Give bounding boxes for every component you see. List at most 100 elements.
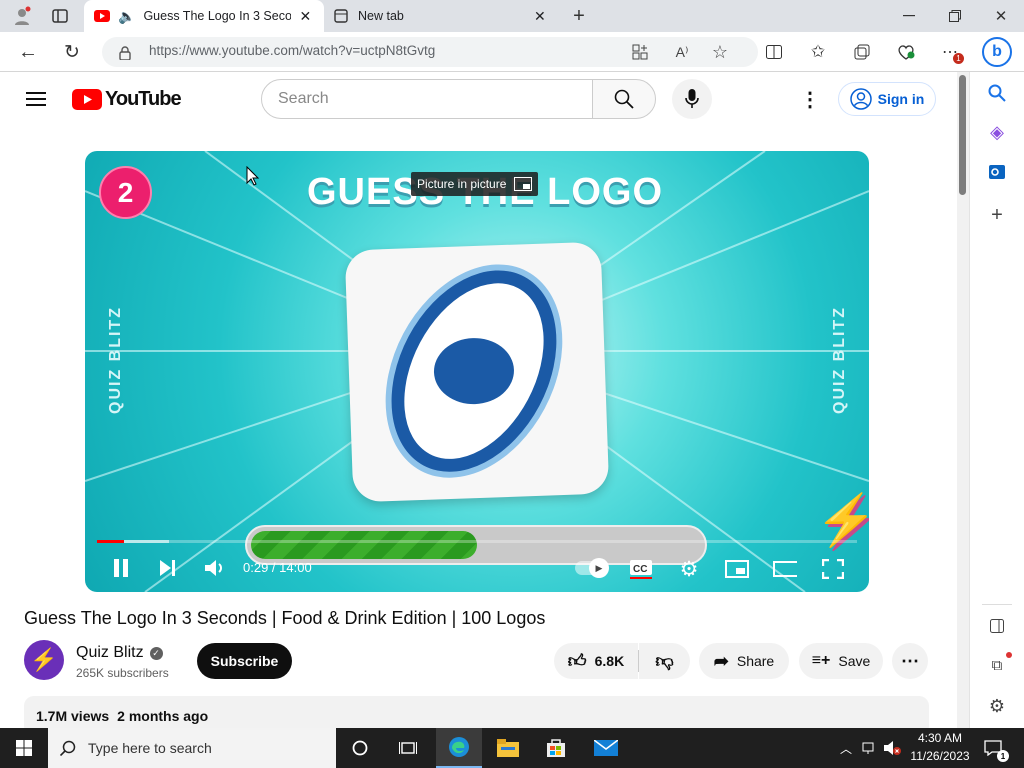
youtube-play-logo-icon bbox=[72, 88, 102, 110]
search-icon bbox=[614, 89, 634, 109]
tab-close-icon[interactable]: ✕ bbox=[534, 8, 546, 25]
subscribe-button[interactable]: Subscribe bbox=[197, 643, 292, 679]
volume-muted-icon[interactable] bbox=[882, 736, 902, 760]
tab-newtab[interactable]: New tab ✕ bbox=[324, 0, 562, 32]
next-button[interactable] bbox=[155, 556, 179, 580]
fullscreen-button[interactable] bbox=[821, 557, 845, 581]
cortana-icon[interactable] bbox=[340, 728, 380, 768]
channel-name-row: Quiz Blitz ✓ bbox=[76, 644, 163, 662]
sidebar-outlook-icon[interactable] bbox=[986, 161, 1008, 183]
settings-button[interactable]: ⚙ bbox=[677, 557, 701, 581]
dislike-button[interactable]: 👎︎ bbox=[639, 643, 690, 679]
next-icon bbox=[160, 560, 175, 576]
volume-button[interactable] bbox=[203, 556, 227, 580]
sidebar-search-icon[interactable] bbox=[986, 82, 1008, 104]
progress-track[interactable] bbox=[97, 540, 857, 543]
search-icon bbox=[60, 740, 76, 756]
theater-mode-button[interactable] bbox=[773, 557, 797, 581]
save-button[interactable]: ≡+ Save bbox=[799, 643, 883, 679]
more-actions-button[interactable]: ⋯ bbox=[892, 643, 928, 679]
lock-icon[interactable] bbox=[116, 44, 134, 62]
taskbar-search[interactable]: Type here to search bbox=[48, 728, 336, 768]
thumbs-down-icon: 👎︎ bbox=[655, 651, 674, 671]
external-link-dot bbox=[1006, 652, 1012, 658]
url-text[interactable]: https://www.youtube.com/watch?v=uctpN8tG… bbox=[149, 43, 435, 58]
search-input[interactable]: Search bbox=[261, 79, 593, 119]
search-button[interactable] bbox=[592, 79, 656, 119]
hamburger-menu-icon[interactable] bbox=[24, 88, 48, 110]
pip-icon bbox=[514, 177, 533, 191]
sidebar-settings-icon[interactable]: ⚙ bbox=[986, 695, 1008, 717]
clock-time[interactable]: 4:30 AM bbox=[910, 731, 970, 745]
video-title: Guess The Logo In 3 Seconds | Food & Dri… bbox=[24, 608, 546, 628]
mouse-cursor-icon bbox=[246, 165, 260, 191]
sidebar-divider bbox=[982, 604, 1012, 605]
like-button[interactable]: 👍︎ 6.8K bbox=[554, 643, 638, 679]
tab-youtube[interactable]: 🔈 Guess The Logo In 3 Seconds | Food ✕ bbox=[84, 0, 324, 32]
pause-icon bbox=[114, 559, 128, 577]
close-window-icon[interactable]: ✕ bbox=[990, 6, 1012, 26]
read-aloud-icon[interactable]: A⁾ bbox=[672, 42, 692, 62]
mystery-logo-icon bbox=[385, 264, 563, 478]
video-player[interactable]: 2 GUESS THE LOGO Picture in picture QUIZ… bbox=[85, 151, 869, 592]
collections-icon[interactable] bbox=[852, 42, 872, 62]
tray-chevron-icon[interactable]: ︿ bbox=[836, 736, 856, 760]
sidebar-add-icon[interactable]: + bbox=[986, 204, 1008, 226]
favorites-icon[interactable]: ✩ bbox=[808, 42, 828, 62]
youtube-logo[interactable]: YouTube bbox=[72, 87, 182, 110]
minimize-icon[interactable] bbox=[898, 6, 920, 26]
voice-search-button[interactable] bbox=[672, 79, 712, 119]
browser-essentials-icon[interactable] bbox=[896, 42, 916, 62]
bing-copilot-icon[interactable]: b bbox=[982, 37, 1012, 67]
start-button[interactable] bbox=[0, 728, 48, 768]
clock-date[interactable]: 11/26/2023 bbox=[906, 749, 974, 763]
captions-icon: CC bbox=[630, 560, 652, 579]
channel-avatar[interactable]: ⚡ bbox=[24, 640, 64, 680]
round-number-badge: 2 bbox=[99, 166, 152, 219]
new-tab-icon[interactable]: + bbox=[568, 5, 590, 27]
sidebar-shopping-icon[interactable]: ◈ bbox=[986, 121, 1008, 143]
save-label: Save bbox=[838, 653, 871, 669]
sign-in-label: Sign in bbox=[877, 91, 925, 107]
captions-button[interactable]: CC bbox=[629, 557, 653, 581]
tab-close-icon[interactable]: ✕ bbox=[299, 8, 311, 25]
refresh-icon[interactable]: ↻ bbox=[60, 40, 84, 64]
tab-actions-icon[interactable] bbox=[50, 6, 70, 26]
theater-icon bbox=[773, 561, 797, 577]
restore-icon[interactable] bbox=[944, 6, 966, 26]
channel-name[interactable]: Quiz Blitz bbox=[76, 644, 144, 662]
subscriber-count: 265K subscribers bbox=[76, 666, 169, 680]
profile-icon[interactable] bbox=[10, 6, 34, 26]
sign-in-button[interactable]: Sign in bbox=[838, 82, 936, 116]
share-button[interactable]: ➦ Share bbox=[699, 643, 789, 679]
taskbar-edge-icon[interactable] bbox=[436, 728, 482, 768]
network-icon[interactable] bbox=[860, 736, 880, 760]
time-display: 0:29 / 14:00 bbox=[243, 560, 312, 575]
file-explorer-icon[interactable] bbox=[486, 728, 530, 768]
view-count: 1.7M views bbox=[36, 708, 110, 724]
favorite-star-icon[interactable]: ☆ bbox=[710, 42, 730, 62]
hide-sidebar-icon[interactable] bbox=[986, 615, 1008, 637]
taskbar-search-placeholder: Type here to search bbox=[88, 740, 212, 756]
microsoft-store-icon[interactable] bbox=[534, 728, 578, 768]
external-link-icon[interactable]: ⧉ bbox=[986, 654, 1008, 676]
autoplay-knob: ▶ bbox=[589, 558, 609, 578]
youtube-favicon-icon bbox=[94, 10, 110, 22]
countdown-fill bbox=[251, 531, 477, 559]
pause-button[interactable] bbox=[109, 556, 133, 580]
back-icon[interactable]: ← bbox=[16, 40, 40, 64]
scrollbar-thumb[interactable] bbox=[959, 75, 966, 195]
tab-title: New tab bbox=[358, 9, 404, 23]
more-options-icon[interactable]: ⋮ bbox=[800, 88, 820, 111]
miniplayer-button[interactable] bbox=[725, 557, 749, 581]
microphone-icon bbox=[685, 89, 699, 108]
youtube-wordmark: YouTube bbox=[105, 87, 182, 110]
task-view-icon[interactable] bbox=[388, 728, 428, 768]
autoplay-toggle[interactable]: ▶ bbox=[575, 558, 609, 578]
mail-icon[interactable] bbox=[584, 728, 628, 768]
app-available-icon[interactable] bbox=[630, 42, 650, 62]
split-screen-icon[interactable] bbox=[764, 42, 784, 62]
audio-playing-icon[interactable]: 🔈 bbox=[118, 8, 135, 25]
save-playlist-icon: ≡+ bbox=[811, 652, 831, 669]
pip-tooltip-label: Picture in picture bbox=[417, 177, 507, 191]
